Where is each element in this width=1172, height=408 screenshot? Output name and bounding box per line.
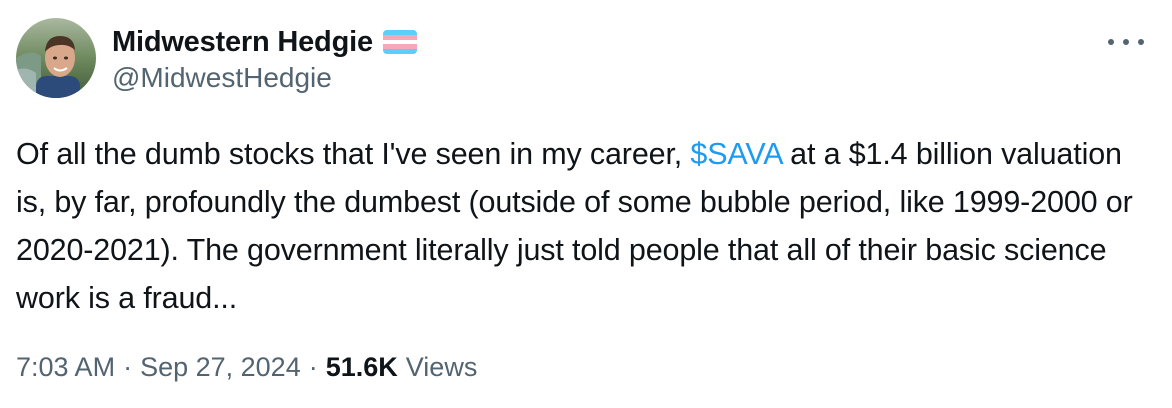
tweet-time[interactable]: 7:03 AM <box>16 352 115 383</box>
more-dot <box>1108 39 1114 45</box>
more-dot <box>1123 39 1129 45</box>
author-display-name[interactable]: Midwestern Hedgie <box>112 26 373 59</box>
tweet-date[interactable]: Sep 27, 2024 <box>140 352 301 383</box>
tweet: Midwestern Hedgie @MidwestHedgie Of all … <box>0 0 1172 408</box>
author-name-row: Midwestern Hedgie <box>112 22 417 62</box>
avatar[interactable] <box>16 18 96 98</box>
separator: · <box>123 352 133 382</box>
transgender-flag-icon <box>382 30 417 54</box>
cashtag-link[interactable]: $SAVA <box>690 137 782 171</box>
tweet-text: Of all the dumb stocks that I've seen in… <box>16 130 1156 322</box>
views-count: 51.6K <box>325 352 398 382</box>
views-label: Views <box>405 352 478 382</box>
tweet-meta: 7:03 AM · Sep 27, 2024 · 51.6K Views <box>16 352 477 383</box>
author-handle[interactable]: @MidwestHedgie <box>112 62 332 94</box>
separator: · <box>308 352 318 382</box>
more-options-icon[interactable] <box>1108 30 1144 54</box>
more-dot <box>1138 39 1144 45</box>
avatar-photo <box>16 18 96 98</box>
tweet-text-before: Of all the dumb stocks that I've seen in… <box>16 137 691 171</box>
